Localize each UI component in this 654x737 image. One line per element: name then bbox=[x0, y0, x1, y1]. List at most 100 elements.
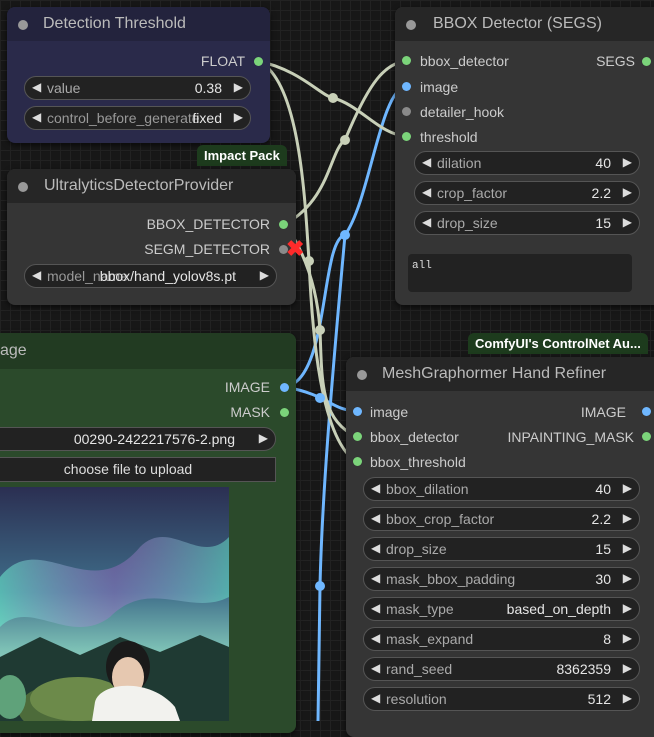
node-source-tag: Impact Pack bbox=[197, 145, 287, 166]
bbox-detector-node[interactable]: BBOX Detector (SEGS) bbox_detector SEGS … bbox=[395, 7, 654, 305]
widget-value: 8362359 bbox=[556, 661, 611, 677]
output-label-image: IMAGE bbox=[580, 404, 626, 420]
decrement-arrow-icon[interactable]: ◀ bbox=[371, 571, 380, 585]
widget-value: fixed bbox=[192, 110, 222, 126]
input-label-bbox-detector: bbox_detector bbox=[420, 53, 509, 69]
widget-name: mask_expand bbox=[386, 631, 474, 647]
increment-arrow-icon[interactable]: ▶ bbox=[623, 541, 632, 555]
increment-arrow-icon[interactable]: ▶ bbox=[234, 110, 243, 124]
decrement-arrow-icon[interactable]: ◀ bbox=[371, 631, 380, 645]
decrement-arrow-icon[interactable]: ◀ bbox=[422, 215, 431, 229]
detection-threshold-node[interactable]: Detection Threshold FLOAT ◀ value 0.38 ▶… bbox=[7, 7, 270, 143]
output-pin-bbox-detector[interactable] bbox=[279, 220, 288, 229]
increment-arrow-icon[interactable]: ▶ bbox=[623, 601, 632, 615]
output-pin-image[interactable] bbox=[280, 383, 289, 392]
node-title: BBOX Detector (SEGS) bbox=[433, 15, 602, 32]
input-pin-bbox-detector[interactable] bbox=[353, 432, 362, 441]
input-label-detailer-hook: detailer_hook bbox=[420, 104, 505, 120]
bbox-dilation-widget[interactable]: ◀ bbox_dilation 40 ▶ bbox=[363, 477, 640, 501]
increment-arrow-icon[interactable]: ▶ bbox=[623, 155, 632, 169]
input-pin-detailer-hook[interactable] bbox=[402, 107, 411, 116]
mesh-graphormer-node[interactable]: MeshGraphormer Hand Refiner image IMAGE … bbox=[346, 357, 654, 737]
widget-name: crop_factor bbox=[437, 185, 508, 201]
output-pin-image[interactable] bbox=[642, 407, 651, 416]
decrement-arrow-icon[interactable]: ◀ bbox=[32, 80, 41, 94]
increment-arrow-icon[interactable]: ▶ bbox=[623, 631, 632, 645]
upload-button[interactable]: choose file to upload bbox=[0, 457, 276, 482]
output-pin-float[interactable] bbox=[254, 57, 263, 66]
widget-name: rand_seed bbox=[386, 661, 453, 677]
increment-arrow-icon[interactable]: ▶ bbox=[234, 80, 243, 94]
widget-value: 00290-2422217576-2.png bbox=[73, 431, 235, 447]
labels-textarea[interactable]: all bbox=[408, 254, 632, 292]
widget-value: 2.2 bbox=[591, 511, 611, 527]
output-label-segs: SEGS bbox=[596, 53, 635, 69]
collapse-dot-icon[interactable] bbox=[357, 370, 367, 380]
node-header[interactable] bbox=[0, 333, 296, 369]
decrement-arrow-icon[interactable]: ◀ bbox=[371, 601, 380, 615]
widget-name: mask_bbox_padding bbox=[386, 571, 516, 587]
widget-name: bbox_dilation bbox=[386, 481, 469, 497]
load-image-node[interactable]: age IMAGE MASK 00290-2422217576-2.png ▶ … bbox=[0, 333, 296, 733]
input-pin-bbox-detector[interactable] bbox=[402, 56, 411, 65]
mask-type-widget[interactable]: ◀ mask_type based_on_depth ▶ bbox=[363, 597, 640, 621]
dilation-widget[interactable]: ◀ dilation 40 ▶ bbox=[414, 151, 640, 175]
ultralytics-detector-node[interactable]: UltralyticsDetectorProvider BBOX_DETECTO… bbox=[7, 169, 296, 305]
collapse-dot-icon[interactable] bbox=[18, 182, 28, 192]
mask-bbox-padding-widget[interactable]: ◀ mask_bbox_padding 30 ▶ bbox=[363, 567, 640, 591]
widget-value: 8 bbox=[603, 631, 611, 647]
increment-arrow-icon[interactable]: ▶ bbox=[623, 215, 632, 229]
wire-reroute-dot bbox=[315, 325, 325, 335]
decrement-arrow-icon[interactable]: ◀ bbox=[422, 155, 431, 169]
widget-value: 30 bbox=[595, 571, 611, 587]
increment-arrow-icon[interactable]: ▶ bbox=[623, 511, 632, 525]
mask-expand-widget[interactable]: ◀ mask_expand 8 ▶ bbox=[363, 627, 640, 651]
output-pin-mask[interactable] bbox=[280, 408, 289, 417]
value-widget[interactable]: ◀ value 0.38 ▶ bbox=[24, 76, 251, 100]
output-pin-segs[interactable] bbox=[642, 57, 651, 66]
output-label-bbox-detector: BBOX_DETECTOR bbox=[146, 216, 270, 232]
decrement-arrow-icon[interactable]: ◀ bbox=[422, 185, 431, 199]
image-preview bbox=[0, 487, 229, 721]
input-pin-image[interactable] bbox=[353, 407, 362, 416]
decrement-arrow-icon[interactable]: ◀ bbox=[371, 661, 380, 675]
decrement-arrow-icon[interactable]: ◀ bbox=[371, 481, 380, 495]
decrement-arrow-icon[interactable]: ◀ bbox=[32, 110, 41, 124]
crop-factor-widget[interactable]: ◀ crop_factor 2.2 ▶ bbox=[414, 181, 640, 205]
input-pin-threshold[interactable] bbox=[402, 132, 411, 141]
increment-arrow-icon[interactable]: ▶ bbox=[623, 691, 632, 705]
widget-value: based_on_depth bbox=[506, 601, 611, 617]
image-file-widget[interactable]: 00290-2422217576-2.png ▶ bbox=[0, 427, 276, 451]
input-label-threshold: threshold bbox=[420, 129, 478, 145]
output-pin-inpainting-mask[interactable] bbox=[642, 432, 651, 441]
control-widget[interactable]: ◀ control_before_generate fixed ▶ bbox=[24, 106, 251, 130]
drop-size-widget[interactable]: ◀ drop_size 15 ▶ bbox=[414, 211, 640, 235]
widget-value: bbox/hand_yolov8s.pt bbox=[99, 268, 236, 284]
increment-arrow-icon[interactable]: ▶ bbox=[260, 268, 269, 282]
input-pin-image[interactable] bbox=[402, 82, 411, 91]
widget-name: dilation bbox=[437, 155, 482, 171]
input-pin-bbox-threshold[interactable] bbox=[353, 457, 362, 466]
collapse-dot-icon[interactable] bbox=[406, 20, 416, 30]
increment-arrow-icon[interactable]: ▶ bbox=[259, 431, 268, 445]
decrement-arrow-icon[interactable]: ◀ bbox=[371, 511, 380, 525]
increment-arrow-icon[interactable]: ▶ bbox=[623, 481, 632, 495]
widget-name: drop_size bbox=[437, 215, 498, 231]
collapse-dot-icon[interactable] bbox=[18, 20, 28, 30]
decrement-arrow-icon[interactable]: ◀ bbox=[371, 691, 380, 705]
increment-arrow-icon[interactable]: ▶ bbox=[623, 185, 632, 199]
output-label-inpainting-mask: INPAINTING_MASK bbox=[507, 429, 634, 445]
resolution-widget[interactable]: ◀ resolution 512 ▶ bbox=[363, 687, 640, 711]
input-label-image: image bbox=[370, 404, 409, 420]
widget-value: 2.2 bbox=[591, 185, 611, 201]
rand-seed-widget[interactable]: ◀ rand_seed 8362359 ▶ bbox=[363, 657, 640, 681]
widget-name: control_before_generate bbox=[47, 110, 200, 126]
increment-arrow-icon[interactable]: ▶ bbox=[623, 571, 632, 585]
decrement-arrow-icon[interactable]: ◀ bbox=[371, 541, 380, 555]
widget-name: resolution bbox=[386, 691, 447, 707]
drop-size-widget[interactable]: ◀ drop_size 15 ▶ bbox=[363, 537, 640, 561]
bbox-crop-factor-widget[interactable]: ◀ bbox_crop_factor 2.2 ▶ bbox=[363, 507, 640, 531]
increment-arrow-icon[interactable]: ▶ bbox=[623, 661, 632, 675]
decrement-arrow-icon[interactable]: ◀ bbox=[32, 268, 41, 282]
model-name-widget[interactable]: ◀ model_name bbox/hand_yolov8s.pt ▶ bbox=[24, 264, 277, 288]
